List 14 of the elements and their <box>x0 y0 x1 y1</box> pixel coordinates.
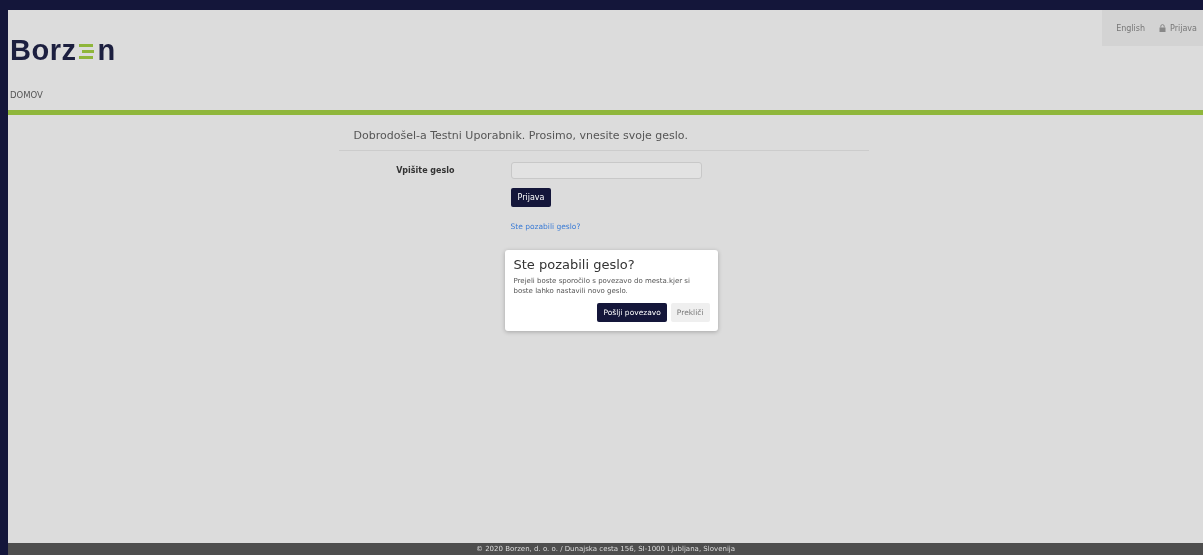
login-button[interactable]: Prijava <box>510 188 552 207</box>
login-link-label: Prijava <box>1170 23 1197 33</box>
dialog-title: Ste pozabili geslo? <box>513 257 636 272</box>
logo-text: Borz <box>10 34 77 67</box>
password-label: Vpišite geslo <box>395 166 456 175</box>
login-link[interactable]: Prijava <box>1159 23 1197 33</box>
nav-link[interactable]: DOMOV <box>10 90 43 100</box>
welcome-heading: Dobrodošel-a Testni Uporabnik. Prosimo, vnesite svoje geslo. <box>338 115 869 151</box>
borzen-logo[interactable]: Borz n <box>10 34 116 67</box>
language-link[interactable]: English <box>1116 23 1146 33</box>
logo-text: n <box>97 34 116 67</box>
password-field[interactable] <box>510 162 702 179</box>
lock-icon <box>1159 24 1167 32</box>
logo-bars-icon <box>78 41 96 60</box>
